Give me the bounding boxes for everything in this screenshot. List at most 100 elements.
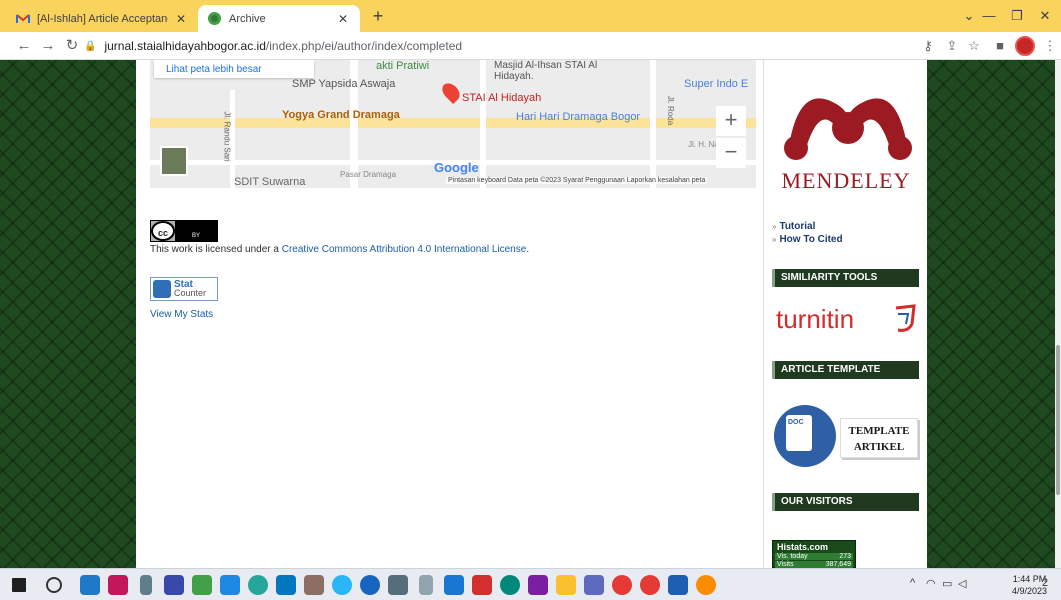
photos-app-icon[interactable] bbox=[80, 575, 100, 595]
browser-tab-strip: [Al-Ishlah] Article Acceptance Let ✕ Arc… bbox=[0, 0, 1061, 32]
menu-kebab-icon[interactable]: ⋮ bbox=[1040, 36, 1060, 56]
pdf-app-icon[interactable] bbox=[472, 575, 492, 595]
new-tab-button[interactable]: + bbox=[367, 7, 389, 27]
slack-hash-icon[interactable] bbox=[164, 575, 184, 595]
statcounter-text: Stat Counter bbox=[174, 280, 206, 298]
statcounter-line2: Counter bbox=[174, 288, 207, 298]
url-domain: jurnal.staialhidayahbogor.ac.id bbox=[104, 39, 266, 53]
address-bar[interactable]: 🔒 jurnal.staialhidayahbogor.ac.id/index.… bbox=[84, 35, 974, 57]
app-icon[interactable] bbox=[276, 575, 296, 595]
media-player-icon[interactable] bbox=[360, 575, 380, 595]
chrome-icon[interactable] bbox=[640, 575, 660, 595]
word-icon[interactable] bbox=[668, 575, 688, 595]
telegram-icon[interactable] bbox=[332, 575, 352, 595]
cc-icon: cc bbox=[151, 221, 175, 241]
app-icon[interactable] bbox=[528, 575, 548, 595]
password-key-icon[interactable]: ⚷ bbox=[918, 36, 938, 56]
bullet-arrow-icon: » bbox=[772, 235, 777, 244]
tab-archive[interactable]: Archive ✕ bbox=[198, 5, 360, 32]
sidebar-link-tutorial[interactable]: » Tutorial bbox=[772, 221, 815, 232]
histats-row-today: Vis. today 273 bbox=[775, 553, 853, 560]
mendeley-logo-icon[interactable] bbox=[780, 80, 916, 160]
notifications-icon[interactable]: 2 bbox=[1042, 577, 1048, 589]
file-explorer-icon[interactable] bbox=[556, 575, 576, 595]
zoom-app-icon[interactable] bbox=[220, 575, 240, 595]
row-label: Vis. today bbox=[777, 553, 808, 560]
creative-commons-badge[interactable]: cc BY bbox=[150, 220, 218, 242]
view-larger-map-link[interactable]: Lihat peta lebih besar bbox=[154, 60, 314, 78]
share-icon[interactable]: ⇪ bbox=[942, 36, 962, 56]
license-text: This work is licensed under a Creative C… bbox=[150, 244, 529, 255]
map-footer-text[interactable]: Pintasan keyboard Data peta ©2023 Syarat… bbox=[446, 177, 708, 184]
template-artikel-badge[interactable]: TEMPLATE ARTIKEL bbox=[840, 418, 918, 458]
statcounter-logo-icon bbox=[153, 280, 171, 298]
google-logo: Google bbox=[434, 160, 479, 175]
map-label: Jl. Randu Sari bbox=[222, 111, 232, 162]
app-icon[interactable] bbox=[696, 575, 716, 595]
scrollbar-thumb[interactable] bbox=[1056, 345, 1060, 495]
close-tab-icon[interactable]: ✕ bbox=[174, 12, 188, 26]
mendeley-wordmark[interactable]: MENDELEY bbox=[764, 168, 928, 194]
grammarly-icon[interactable] bbox=[248, 575, 268, 595]
side-panel-icon[interactable]: ■ bbox=[990, 36, 1010, 56]
gmail-icon bbox=[16, 13, 30, 24]
app-icon[interactable] bbox=[444, 575, 464, 595]
page-background: Lihat peta lebih besar akti Pratiwi Masj… bbox=[0, 60, 1055, 568]
embedded-map[interactable]: Lihat peta lebih besar akti Pratiwi Masj… bbox=[150, 60, 756, 188]
volume-icon[interactable]: ◁ bbox=[958, 577, 966, 590]
lock-icon: 🔒 bbox=[84, 40, 97, 52]
by-label: BY bbox=[175, 221, 217, 241]
forward-arrow-icon[interactable]: → bbox=[38, 36, 58, 56]
bullet-arrow-icon: » bbox=[772, 222, 777, 231]
tab-article-acceptance[interactable]: [Al-Ishlah] Article Acceptance Let ✕ bbox=[6, 5, 198, 32]
chrome-icon[interactable] bbox=[612, 575, 632, 595]
similarity-tools-header: SIMILIARITY TOOLS bbox=[772, 269, 919, 287]
camera-icon[interactable] bbox=[388, 575, 408, 595]
satellite-toggle-thumbnail[interactable] bbox=[160, 146, 188, 176]
app-icon[interactable] bbox=[419, 575, 433, 595]
page-scrollbar[interactable] bbox=[1055, 60, 1061, 568]
statcounter-badge[interactable]: Stat Counter bbox=[150, 277, 218, 301]
close-window-button[interactable]: ✕ bbox=[1031, 6, 1059, 26]
bookmark-star-icon[interactable]: ☆ bbox=[964, 36, 984, 56]
start-windows-icon[interactable] bbox=[12, 578, 26, 592]
restore-button[interactable]: ❐ bbox=[1003, 6, 1031, 26]
view-my-stats-link[interactable]: View My Stats bbox=[150, 309, 213, 320]
app-icon[interactable] bbox=[500, 575, 520, 595]
our-visitors-header: OUR VISITORS bbox=[772, 493, 919, 511]
app-icon[interactable] bbox=[108, 575, 128, 595]
histats-counter[interactable]: Histats.com Vis. today 273 Visits 387,649 bbox=[772, 540, 856, 568]
sidebar-link-how-to-cited[interactable]: » How To Cited bbox=[772, 234, 843, 245]
location-pin-icon bbox=[438, 79, 464, 105]
map-label: Jl. Roda bbox=[666, 95, 676, 126]
zoom-in-button[interactable]: + bbox=[716, 106, 746, 136]
map-label: SMP Yapsida Aswaja bbox=[292, 78, 396, 90]
notification-count: 2 bbox=[1042, 577, 1049, 589]
template-badge-line1: TEMPLATE bbox=[848, 425, 910, 437]
link-label: Tutorial bbox=[779, 221, 816, 232]
map-road bbox=[480, 60, 486, 188]
map-label: Jl. H. Na bbox=[688, 140, 719, 149]
app-icon[interactable] bbox=[192, 575, 212, 595]
url-path: /index.php/ei/author/index/completed bbox=[265, 39, 463, 53]
close-tab-icon[interactable]: ✕ bbox=[336, 12, 350, 26]
app-icon[interactable] bbox=[304, 575, 324, 595]
zoom-out-button[interactable]: − bbox=[716, 138, 746, 168]
turnitin-logo[interactable]: turnitin bbox=[776, 304, 854, 335]
map-label: Hari Hari Dramaga Bogor bbox=[516, 111, 641, 123]
back-arrow-icon[interactable]: ← bbox=[14, 36, 34, 56]
battery-icon[interactable]: ▭ bbox=[942, 577, 952, 590]
wifi-icon[interactable]: ◠ bbox=[926, 577, 936, 590]
license-link[interactable]: Creative Commons Attribution 4.0 Interna… bbox=[282, 244, 527, 255]
profile-avatar[interactable] bbox=[1015, 36, 1035, 56]
usb-app-icon[interactable] bbox=[140, 575, 152, 595]
minimize-button[interactable]: — bbox=[975, 6, 1003, 26]
search-icon[interactable] bbox=[46, 577, 62, 593]
reload-icon[interactable]: ↻ bbox=[62, 36, 82, 56]
link-label: How To Cited bbox=[779, 234, 843, 245]
histats-row-visits: Visits 387,649 bbox=[775, 561, 853, 568]
show-hidden-icons-icon[interactable]: ^ bbox=[910, 577, 915, 589]
app-icon[interactable] bbox=[584, 575, 604, 595]
map-label: STAI Al Hidayah bbox=[462, 92, 542, 104]
row-value: 387,649 bbox=[825, 561, 851, 568]
